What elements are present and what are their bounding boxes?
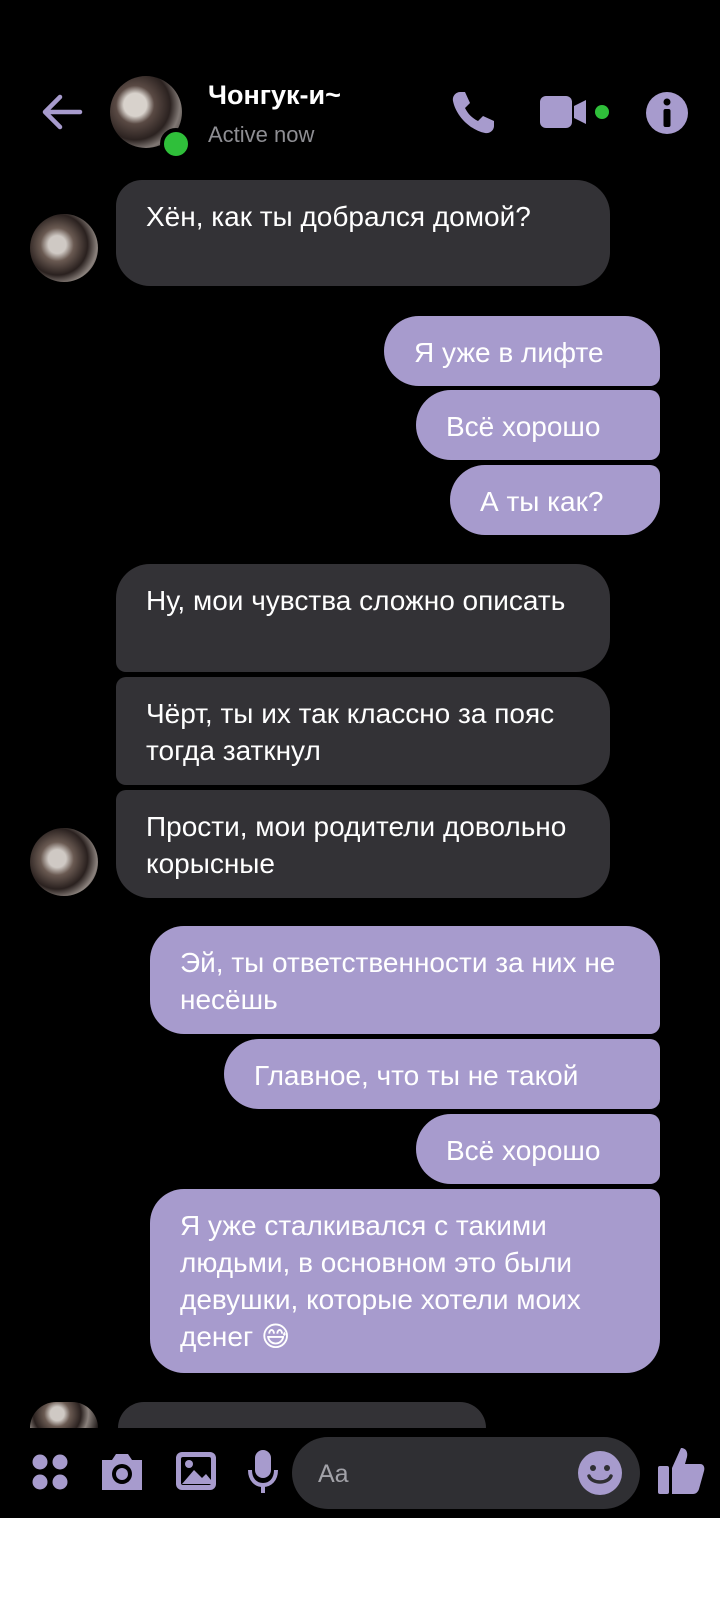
back-arrow-icon[interactable] xyxy=(38,88,86,136)
emoji-icon[interactable] xyxy=(576,1449,624,1502)
camera-icon[interactable] xyxy=(98,1452,146,1497)
microphone-icon[interactable] xyxy=(246,1448,280,1501)
message-outgoing[interactable]: Я уже в лифте xyxy=(384,316,660,386)
contact-status: Active now xyxy=(208,122,315,147)
contact-name[interactable]: Чонгук-и~ xyxy=(208,80,341,111)
sender-avatar[interactable] xyxy=(30,214,98,282)
message-outgoing[interactable]: Главное, что ты не такой xyxy=(224,1039,660,1109)
message-incoming[interactable]: Прости, мои родители довольно корысные xyxy=(116,790,610,898)
message-outgoing[interactable]: Эй, ты ответственности за них не несёшь xyxy=(150,926,660,1034)
phone-icon[interactable] xyxy=(448,88,498,143)
message-incoming[interactable]: Ну, мои чувства сложно описать xyxy=(116,564,610,672)
chat-screen: Чонгук-и~ Active now Хён, как ты добралс… xyxy=(0,0,720,1518)
online-status-dot xyxy=(160,128,192,160)
message-outgoing[interactable]: Всё хорошо xyxy=(416,1114,660,1184)
message-incoming-partial[interactable] xyxy=(118,1402,486,1428)
message-outgoing[interactable]: А ты как? xyxy=(450,465,660,535)
thumbs-up-icon[interactable] xyxy=(656,1444,706,1501)
message-outgoing[interactable]: Я уже сталкивался с такими людьми, в осн… xyxy=(150,1189,660,1373)
message-outgoing[interactable]: Всё хорошо xyxy=(416,390,660,460)
system-nav-area xyxy=(0,1518,720,1600)
message-incoming[interactable]: Чёрт, ты их так классно за пояс тогда за… xyxy=(116,677,610,785)
sender-avatar[interactable] xyxy=(30,828,98,896)
menu-dots-icon[interactable] xyxy=(30,1452,70,1497)
video-camera-icon[interactable] xyxy=(538,92,618,137)
message-input-placeholder: Aa xyxy=(318,1460,349,1488)
sender-avatar[interactable] xyxy=(30,1402,98,1428)
info-icon[interactable] xyxy=(644,90,690,141)
message-incoming[interactable]: Хён, как ты добрался домой? xyxy=(116,180,610,286)
gallery-icon[interactable] xyxy=(174,1450,218,1497)
